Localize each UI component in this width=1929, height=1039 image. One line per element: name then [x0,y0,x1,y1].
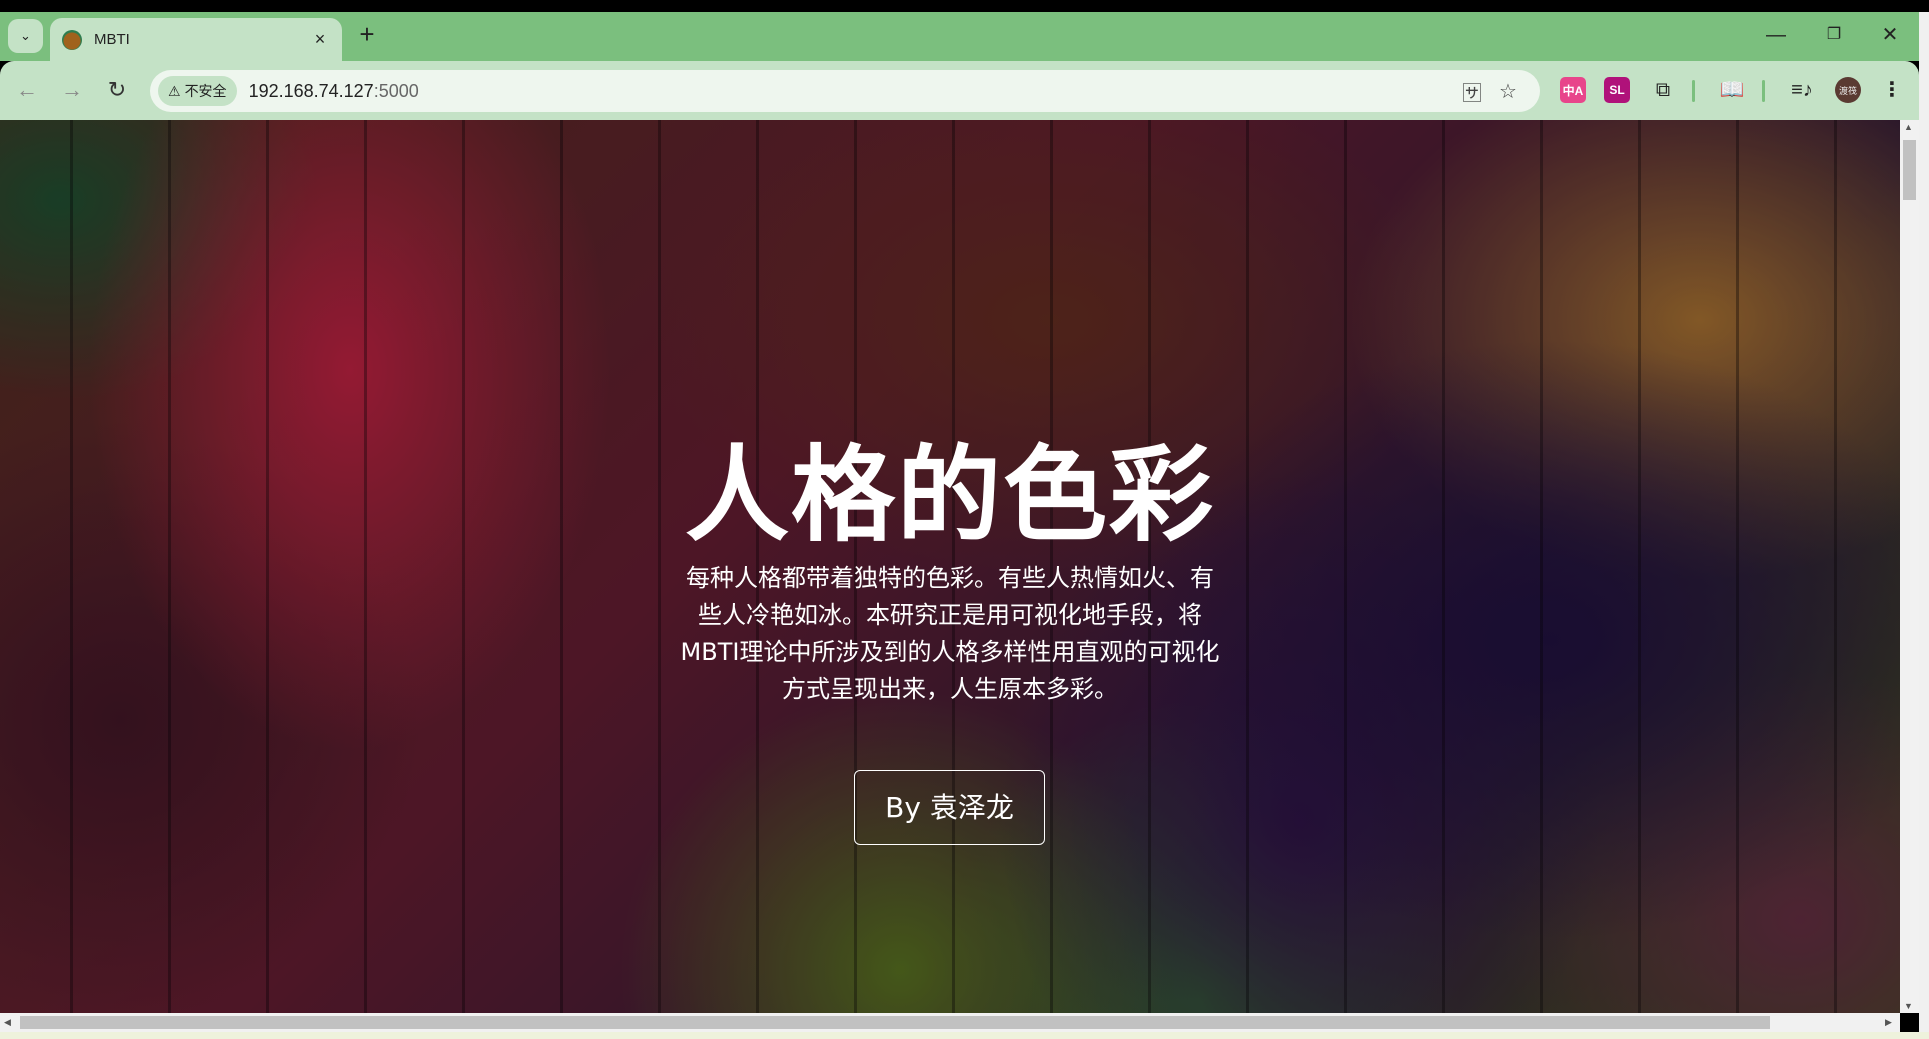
browser-toolbar: ← → ↻ ⚠ 不安全 192.168.74.127:5000 🈂 ☆ 中A S… [0,61,1919,120]
scroll-down-icon[interactable]: ▼ [1904,1001,1913,1011]
back-button[interactable]: ← [12,75,42,105]
author-button[interactable]: By 袁泽龙 [854,770,1045,845]
url-port: :5000 [373,80,419,101]
sl-extension-icon[interactable]: SL [1604,77,1630,103]
toolbar-divider [1692,80,1695,102]
tab-title: MBTI [94,31,130,48]
extensions-puzzle-icon[interactable]: ⧉ [1648,75,1678,105]
security-label: 不安全 [184,83,227,99]
google-translate-icon[interactable]: 🈂 [1454,77,1490,106]
chevron-down-icon: ⌄ [20,28,31,43]
media-control-icon[interactable]: ≡♪ [1787,75,1817,105]
url-host: 192.168.74.127 [248,80,374,101]
vertical-scrollbar[interactable]: ▲ ▼ [1900,120,1919,1013]
toolbar-divider [1762,80,1765,102]
scroll-right-icon[interactable]: ▶ [1885,1017,1892,1028]
address-bar[interactable]: ⚠ 不安全 192.168.74.127:5000 🈂 ☆ [150,70,1540,112]
tab-close-icon[interactable]: × [310,29,330,50]
screen-top-strip [0,0,1929,12]
close-window-button[interactable]: ✕ [1870,20,1910,50]
tab-mbti[interactable]: MBTI × [50,18,342,61]
security-indicator[interactable]: ⚠ 不安全 [158,76,237,106]
url-text[interactable]: 192.168.74.127:5000 [249,81,1454,102]
warning-icon: ⚠ [168,82,181,99]
menu-kebab-icon[interactable]: ⋮ [1877,75,1907,105]
page-description: 每种人格都带着独特的色彩。有些人热情如火、有些人冷艳如冰。本研究正是用可视化地手… [680,564,1220,703]
minimize-button[interactable]: — [1756,20,1796,50]
taskbar-strip [0,1032,1929,1039]
forward-button[interactable]: → [57,75,87,105]
reading-mode-icon[interactable]: 📖 [1717,75,1747,105]
horizontal-scroll-thumb[interactable] [20,1016,1770,1029]
new-tab-button[interactable]: + [352,20,382,50]
tab-list-button[interactable]: ⌄ [8,19,43,53]
horizontal-scrollbar[interactable]: ◀ ▶ [0,1013,1900,1032]
profile-avatar[interactable]: 渡筏 [1835,77,1861,103]
tab-bar: ⌄ MBTI × + — ❐ ✕ [0,12,1919,61]
translate-extension-icon[interactable]: 中A [1560,77,1586,103]
bookmark-star-icon[interactable]: ☆ [1490,79,1526,104]
window-right-edge [1919,12,1929,1032]
page-title: 人格的色彩 [684,434,1215,556]
scroll-up-icon[interactable]: ▲ [1904,122,1913,132]
vertical-scroll-thumb[interactable] [1903,140,1916,200]
reload-button[interactable]: ↻ [102,75,132,105]
favicon-icon [62,29,82,50]
page-hero-background: 人格的色彩 每种人格都带着独特的色彩。有些人热情如火、有些人冷艳如冰。本研究正是… [0,120,1900,1013]
scroll-left-icon[interactable]: ◀ [4,1017,11,1028]
restore-button[interactable]: ❐ [1814,20,1854,50]
